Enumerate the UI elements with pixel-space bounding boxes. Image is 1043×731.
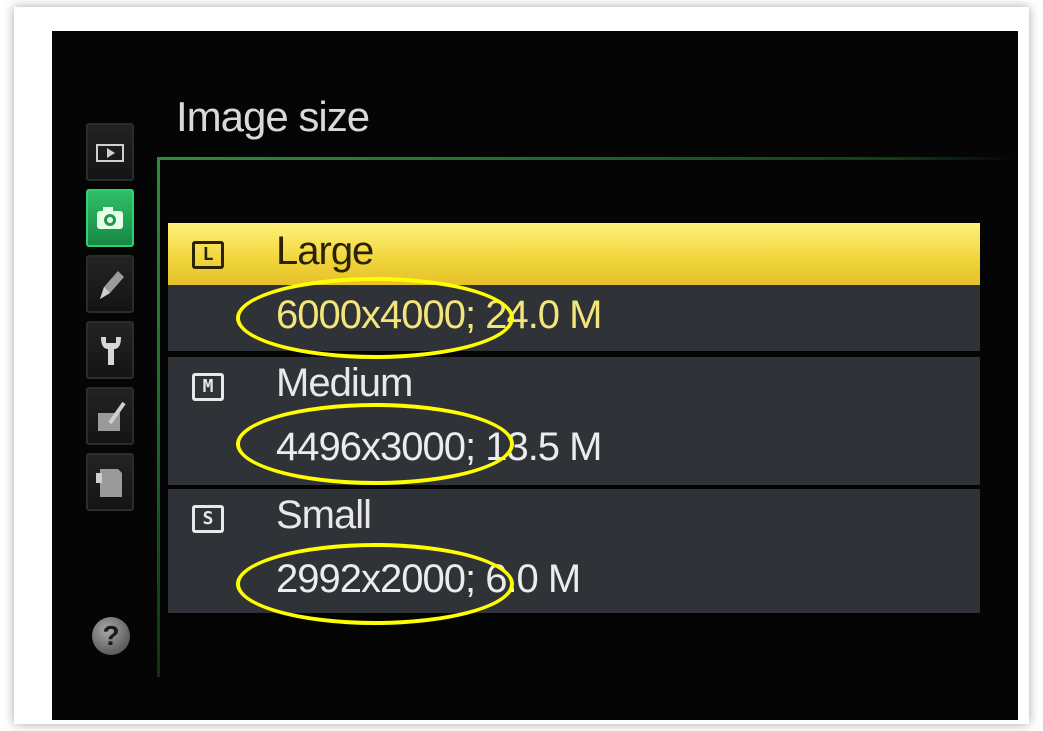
menu-border-left <box>157 157 160 677</box>
document-icon <box>96 469 122 497</box>
option-medium-label[interactable]: Medium <box>276 361 413 406</box>
tab-recent-settings[interactable] <box>86 453 134 511</box>
edit-icon <box>98 401 126 431</box>
page-title: Image size <box>176 93 370 140</box>
option-small-label[interactable]: Small <box>276 493 372 538</box>
option-small-value: 2992x2000; 6.0 M <box>276 557 581 601</box>
pencil-icon <box>100 271 124 299</box>
option-medium-value: 4496x3000; 13.5 M <box>276 425 602 469</box>
camera-lcd-screen: ? Image size L Large 6000x4000; 24.0 M M… <box>52 31 1018 720</box>
size-large-icon: L <box>192 241 224 269</box>
size-small-icon: S <box>192 505 224 533</box>
wrench-icon <box>101 337 121 365</box>
tab-setup[interactable] <box>86 321 134 379</box>
camera-icon <box>97 207 123 229</box>
help-icon[interactable]: ? <box>92 617 130 655</box>
menu-border-top <box>157 157 1017 160</box>
option-large-label[interactable]: Large <box>276 229 374 274</box>
tab-custom[interactable] <box>86 387 134 445</box>
tab-shooting[interactable] <box>86 189 134 247</box>
option-large-value: 6000x4000; 24.0 M <box>276 293 602 337</box>
tab-playback[interactable] <box>86 123 134 181</box>
play-icon <box>96 144 124 162</box>
tab-retouch[interactable] <box>86 255 134 313</box>
photo-frame: ? Image size L Large 6000x4000; 24.0 M M… <box>14 7 1029 724</box>
size-medium-icon: M <box>192 373 224 401</box>
